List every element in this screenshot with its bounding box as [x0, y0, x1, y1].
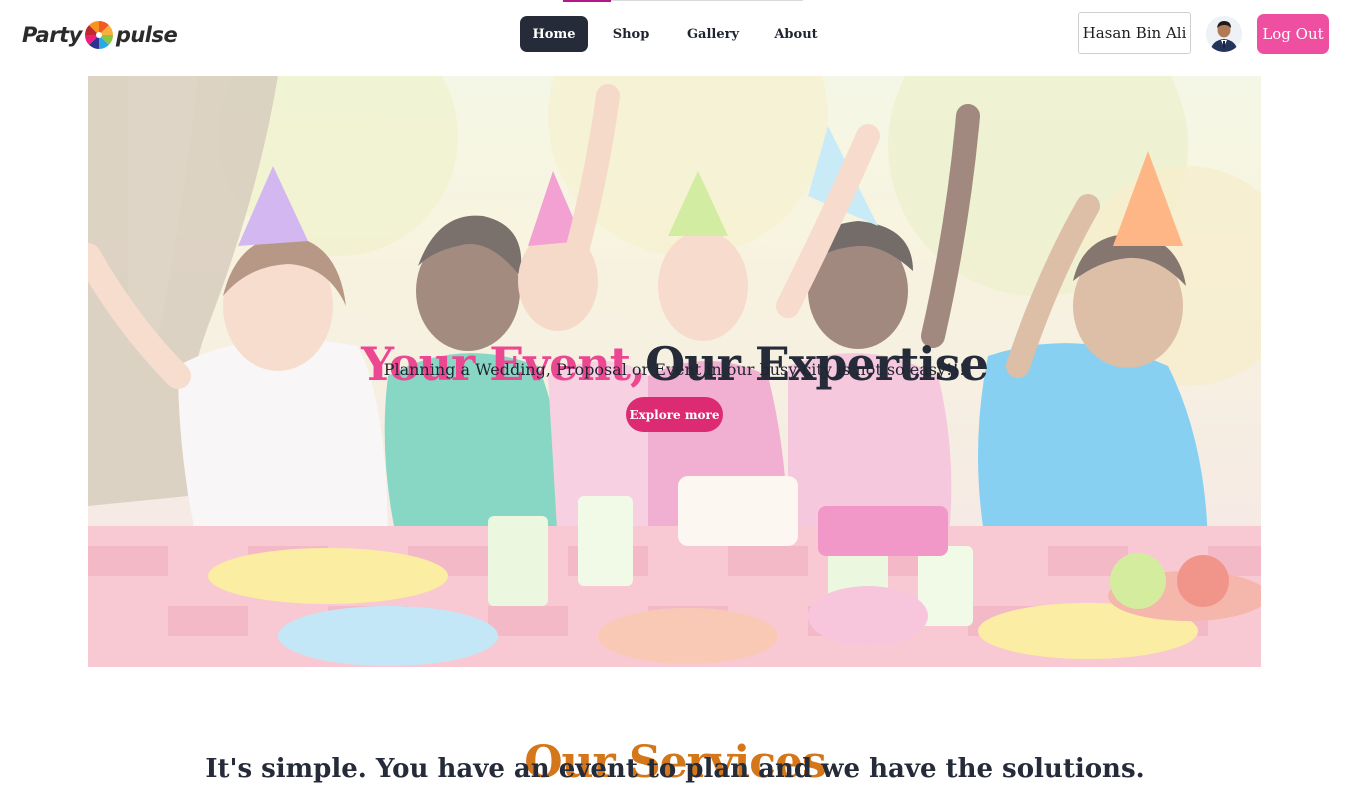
nav-about[interactable]: About	[752, 16, 840, 52]
pinwheel-icon	[83, 19, 115, 51]
logo-text-right: pulse	[115, 23, 178, 47]
hero-banner: Your Event,Our Expertise Planning a Wedd…	[88, 76, 1261, 667]
main-nav: Home Shop Gallery About	[520, 16, 840, 52]
nav-home[interactable]: Home	[520, 16, 588, 52]
explore-more-button[interactable]: Explore more	[626, 397, 723, 432]
hero-subtitle: Planning a Wedding, Proposal or Event in…	[383, 360, 966, 379]
user-name-display[interactable]: Hasan Bin Ali	[1078, 12, 1191, 54]
services-subtitle: It's simple. You have an event to plan a…	[205, 754, 1145, 784]
brand-logo[interactable]: Party pulse	[22, 14, 178, 56]
nav-shop[interactable]: Shop	[588, 16, 674, 52]
logo-text-left: Party	[22, 23, 82, 47]
nav-scroll-indicator	[563, 0, 611, 2]
logout-button[interactable]: Log Out	[1257, 14, 1329, 54]
user-avatar[interactable]	[1206, 16, 1242, 52]
nav-gallery[interactable]: Gallery	[674, 16, 752, 52]
navbar: Party pulse Home Shop Gallery About Hasa…	[0, 0, 1350, 70]
nav-scroll-track	[611, 0, 803, 1]
